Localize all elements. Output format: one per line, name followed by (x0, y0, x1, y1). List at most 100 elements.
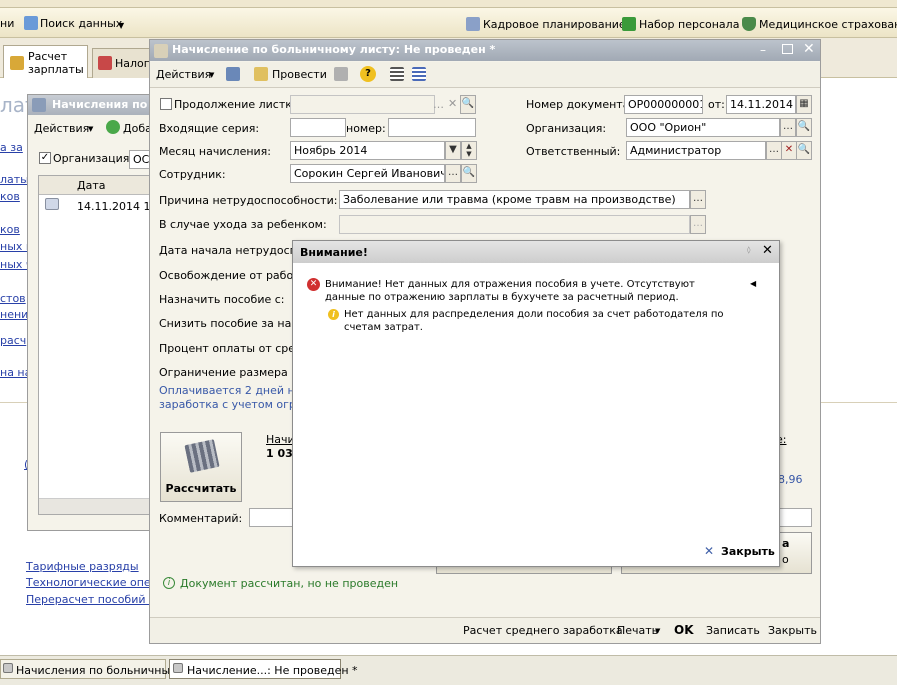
save-button[interactable]: Записать (706, 624, 760, 637)
add-icon[interactable] (106, 120, 120, 134)
close-icon[interactable]: ✕ (704, 544, 714, 558)
doc-number-field[interactable]: ОР000000001 (624, 95, 703, 114)
dialog-title: Внимание! (300, 246, 368, 259)
avg-earnings-button[interactable]: Расчет среднего заработка (463, 624, 623, 637)
medical-link[interactable]: Медицинское страхование (759, 18, 897, 31)
tab-payroll-label: Расчет зарплаты (28, 50, 84, 76)
doc-window-title: Начисление по больничному листу: Не пров… (172, 43, 496, 56)
list-add-button[interactable]: Доба (123, 122, 152, 135)
clear-icon[interactable]: ✕ (781, 141, 797, 160)
doc-actions-button[interactable]: Действия (156, 68, 211, 81)
org-label: Организация: (526, 122, 607, 135)
list-window: Начисления по б Действия ▼ Доба ✓ Органи… (27, 94, 161, 531)
select-dots-icon[interactable]: … (433, 98, 444, 111)
recalc-link[interactable]: Перерасчет пособий на (26, 593, 163, 606)
left-link-8[interactable]: нени (0, 308, 28, 321)
search-data-button[interactable]: Поиск данных (40, 17, 122, 30)
tariff-link[interactable]: Тарифные разряды (26, 560, 139, 573)
tab-payroll[interactable]: Расчет зарплаты (3, 45, 88, 78)
search-icon[interactable]: 🔍 (461, 164, 477, 183)
left-link-4[interactable]: ков (0, 223, 20, 236)
recruitment-icon (622, 17, 636, 31)
close-icon[interactable]: ✕ (803, 41, 815, 57)
pin-icon[interactable]: ◊ (747, 246, 750, 254)
structure-icon[interactable] (334, 67, 348, 81)
collapse-arrow-icon[interactable]: ◀ (750, 279, 756, 288)
org-select-button[interactable]: … (780, 118, 796, 137)
close-button[interactable]: Закрыть (768, 624, 817, 637)
main-toolbar: ни Поиск данных ▼ Кадровое планирование … (0, 8, 897, 38)
post-icon[interactable] (254, 67, 268, 81)
continuation-checkbox[interactable] (160, 98, 172, 110)
continuation-field[interactable] (290, 95, 435, 114)
left-link-1[interactable]: а за (0, 141, 23, 154)
employee-select-button[interactable]: … (445, 164, 461, 183)
accrued-amount: 1 03 (266, 447, 293, 460)
chevron-down-icon[interactable]: ▼ (209, 71, 214, 79)
reason-field[interactable]: Заболевание или травма (кроме травм на п… (339, 190, 690, 209)
doc-window-titlebar: Начисление по больничному листу: Не пров… (150, 40, 820, 61)
list-window-icon (32, 98, 46, 112)
org-field[interactable]: ООО "Орион" (626, 118, 780, 137)
month-stepper[interactable]: ▲ ▼ (461, 141, 477, 160)
reason-select-button[interactable]: … (690, 190, 706, 209)
help-icon[interactable]: ? (360, 66, 376, 82)
accrual-month-field[interactable]: Ноябрь 2014 (290, 141, 445, 160)
child-care-select-button[interactable]: … (690, 215, 706, 234)
doc-toolbar: Действия ▼ Провести ? (150, 62, 820, 88)
responsible-field[interactable]: Администратор (626, 141, 766, 160)
search-icon[interactable]: 🔍 (796, 118, 812, 137)
responsible-label: Ответственный: (526, 145, 621, 158)
tab-taxes[interactable]: Налоги (92, 48, 157, 78)
taskbar-item-doc[interactable]: Начисление...: Не проведен * (169, 659, 358, 679)
info-icon: i (328, 309, 339, 320)
date-column-header[interactable]: Дата (77, 179, 105, 192)
right-background (820, 79, 897, 655)
minimize-icon[interactable]: – (760, 43, 766, 57)
search-icon[interactable]: 🔍 (796, 141, 812, 160)
left-link-2[interactable]: латы (0, 173, 29, 186)
responsible-select-button[interactable]: … (766, 141, 782, 160)
document-icon (45, 198, 59, 210)
calculate-button[interactable]: Рассчитать (160, 432, 242, 502)
month-dropdown-button[interactable]: ▼ (445, 141, 461, 160)
post-button[interactable]: Провести (272, 68, 327, 81)
hidden-right-button-label-2: о (782, 553, 789, 566)
taskbar-item-list[interactable]: Начисления по больничны... (0, 659, 181, 679)
employee-field[interactable]: Сорокин Сергей Иванович (290, 164, 445, 183)
close-icon[interactable]: ✕ (762, 243, 773, 258)
series-field[interactable] (290, 118, 346, 137)
list-scrollbar[interactable] (39, 498, 159, 514)
left-link-9[interactable]: расч (0, 334, 26, 347)
doc-date-field[interactable]: 14.11.2014 (726, 95, 796, 114)
ok-button[interactable]: OK (674, 623, 694, 637)
print-button[interactable]: Печать (617, 624, 658, 637)
hr-planning-link[interactable]: Кадровое планирование (483, 18, 626, 31)
chevron-down-icon[interactable]: ▼ (655, 627, 660, 635)
left-link-7[interactable]: стов (0, 292, 26, 305)
org-checkbox[interactable]: ✓ (39, 152, 51, 164)
chevron-down-icon[interactable]: ▼ (118, 21, 124, 30)
save-and-close-icon[interactable] (226, 67, 240, 81)
accrued-link[interactable]: Начи (266, 433, 295, 446)
chevron-down-icon[interactable]: ▼ (88, 125, 93, 133)
taxes-icon (98, 56, 112, 70)
dialog-close-button[interactable]: Закрыть (721, 545, 775, 558)
tech-ops-link[interactable]: Технологические опера (26, 576, 164, 589)
from-label: от: (708, 98, 725, 111)
calendar-icon[interactable]: ▦ (796, 95, 812, 114)
search-icon[interactable]: 🔍 (460, 95, 476, 114)
search-icon[interactable] (24, 16, 38, 30)
org-filter-label: Организация: (53, 152, 134, 165)
clear-icon[interactable]: ✕ (448, 97, 457, 110)
number-field[interactable] (388, 118, 476, 137)
list-actions-button[interactable]: Действия (34, 122, 89, 135)
left-link-3[interactable]: ков (0, 190, 20, 203)
paid-note-2: заработка с учетом огран (159, 398, 310, 411)
tree-icon[interactable] (412, 67, 426, 81)
child-care-field[interactable] (339, 215, 690, 234)
dialog-titlebar: Внимание! ◊ ✕ (293, 241, 779, 263)
list-icon[interactable] (390, 67, 404, 81)
maximize-icon[interactable] (782, 44, 793, 54)
recruitment-link[interactable]: Набор персонала (639, 18, 739, 31)
